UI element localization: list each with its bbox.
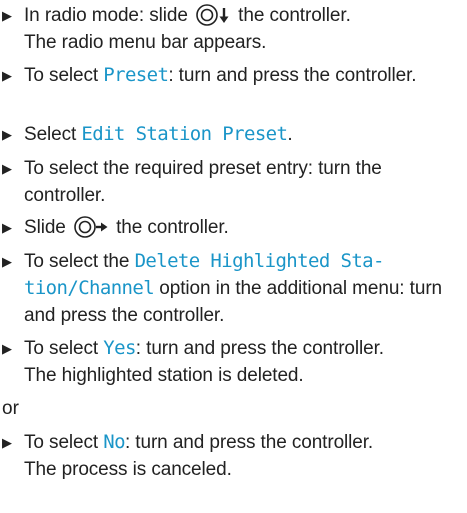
bullet-arrow-icon: ▶ (2, 435, 12, 450)
menu-keyword: Preset (103, 64, 169, 86)
bullet-arrow-icon: ▶ (2, 127, 12, 142)
bullet-arrow-icon: ▶ (2, 254, 12, 269)
bullet-arrow-icon: ▶ (2, 68, 12, 83)
menu-keyword: No (103, 431, 125, 453)
menu-keyword: Delete Highlighted Sta- (134, 250, 385, 272)
step-text: In radio mode: slide (24, 5, 193, 26)
step-select-preset: ▶ To select Preset: turn and press the c… (2, 62, 467, 89)
step-text: the controller. (233, 5, 351, 26)
step-result: The radio menu bar appears. (24, 32, 267, 53)
step-text: To select the required preset entry: tur… (24, 158, 382, 206)
menu-keyword: Yes (103, 337, 136, 359)
step-select-no: ▶ To select No: turn and press the contr… (2, 431, 374, 480)
step-slide-right: ▶ Slide the controller. (2, 214, 467, 241)
step-slide-down: ▶ In radio mode: slide the controller. T… (2, 2, 467, 56)
or-separator: or (2, 398, 19, 419)
bullet-arrow-icon: ▶ (2, 341, 12, 356)
step-result: The highlighted station is deleted. (24, 365, 304, 386)
menu-keyword: Edit Station Preset (81, 123, 288, 145)
controller-slide-down-icon (196, 4, 229, 26)
bullet-arrow-icon: ▶ (2, 8, 12, 23)
step-select-yes: ▶ To select Yes: turn and press the cont… (2, 337, 384, 386)
step-select-preset-entry: ▶ To select the required preset entry: t… (2, 155, 467, 209)
step-delete-highlighted: ▶ To select the Delete Highlighted Sta-t… (2, 250, 443, 326)
step-edit-station-preset: ▶ Select Edit Station Preset. (2, 121, 467, 148)
menu-keyword: tion/Channel (24, 277, 155, 299)
controller-slide-right-icon (74, 216, 108, 238)
instruction-page: ▶ In radio mode: slide the controller. T… (0, 0, 467, 513)
bullet-arrow-icon: ▶ (2, 161, 12, 176)
bullet-arrow-icon: ▶ (2, 220, 12, 235)
step-result: The process is canceled. (24, 459, 232, 480)
